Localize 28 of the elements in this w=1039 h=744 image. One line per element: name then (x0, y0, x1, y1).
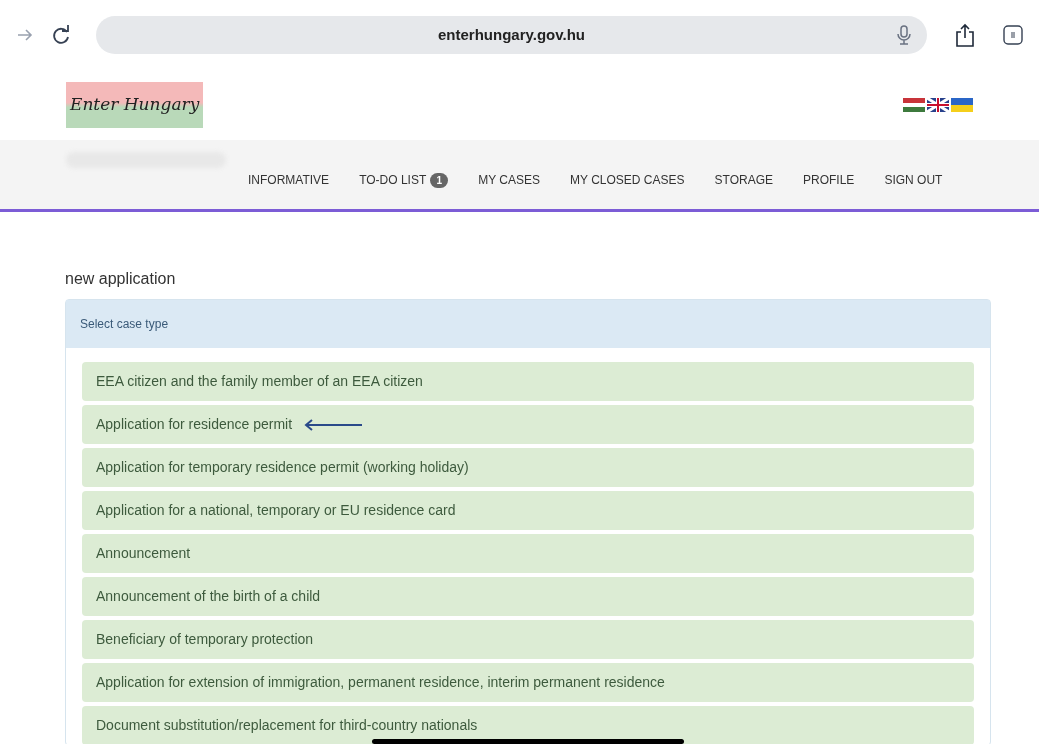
nav-link[interactable]: SIGN OUT (884, 171, 943, 189)
case-type-option[interactable]: Application for extension of immigration, permanent residence, interim permanent residence (82, 663, 974, 702)
tabs-icon[interactable] (1003, 25, 1023, 45)
address-bar[interactable]: enterhungary.gov.hu (96, 16, 927, 54)
case-type-option[interactable]: Application for temporary residence permit (working holiday) (82, 448, 974, 487)
page-title: new application (65, 269, 177, 289)
nav-link[interactable]: MY CLOSED CASES (570, 171, 685, 189)
uk-flag-icon[interactable] (927, 98, 949, 112)
case-type-option[interactable]: Announcement of the birth of a child (82, 577, 974, 616)
case-type-option[interactable]: Application for a national, temporary or EU residence card (82, 491, 974, 530)
nav-link[interactable]: MY CASES (478, 171, 541, 189)
case-type-option[interactable]: Beneficiary of temporary protection (82, 620, 974, 659)
microphone-icon[interactable] (897, 25, 911, 45)
nav-link[interactable]: STORAGE (714, 171, 773, 189)
case-type-option[interactable]: Document substitution/replacement for third-country nationals (82, 706, 974, 744)
case-type-option[interactable]: Application for residence permit (82, 405, 974, 444)
panel-title: Select case type (80, 316, 169, 333)
nav-link[interactable]: INFORMATIVE (248, 171, 330, 189)
nav-link[interactable]: PROFILE (803, 171, 855, 189)
nav-link[interactable]: TO-DO LIST 1 (359, 171, 449, 189)
hungary-flag-icon[interactable] (903, 98, 925, 112)
ukraine-flag-icon[interactable] (951, 98, 973, 112)
count-badge: 1 (430, 172, 449, 188)
site-logo[interactable]: Enter Hungary (66, 82, 204, 128)
case-type-option[interactable]: Announcement (82, 534, 974, 573)
share-icon[interactable] (955, 23, 975, 47)
case-type-option[interactable]: EEA citizen and the family member of an EEA citizen (82, 362, 974, 401)
reload-icon[interactable] (50, 24, 72, 46)
